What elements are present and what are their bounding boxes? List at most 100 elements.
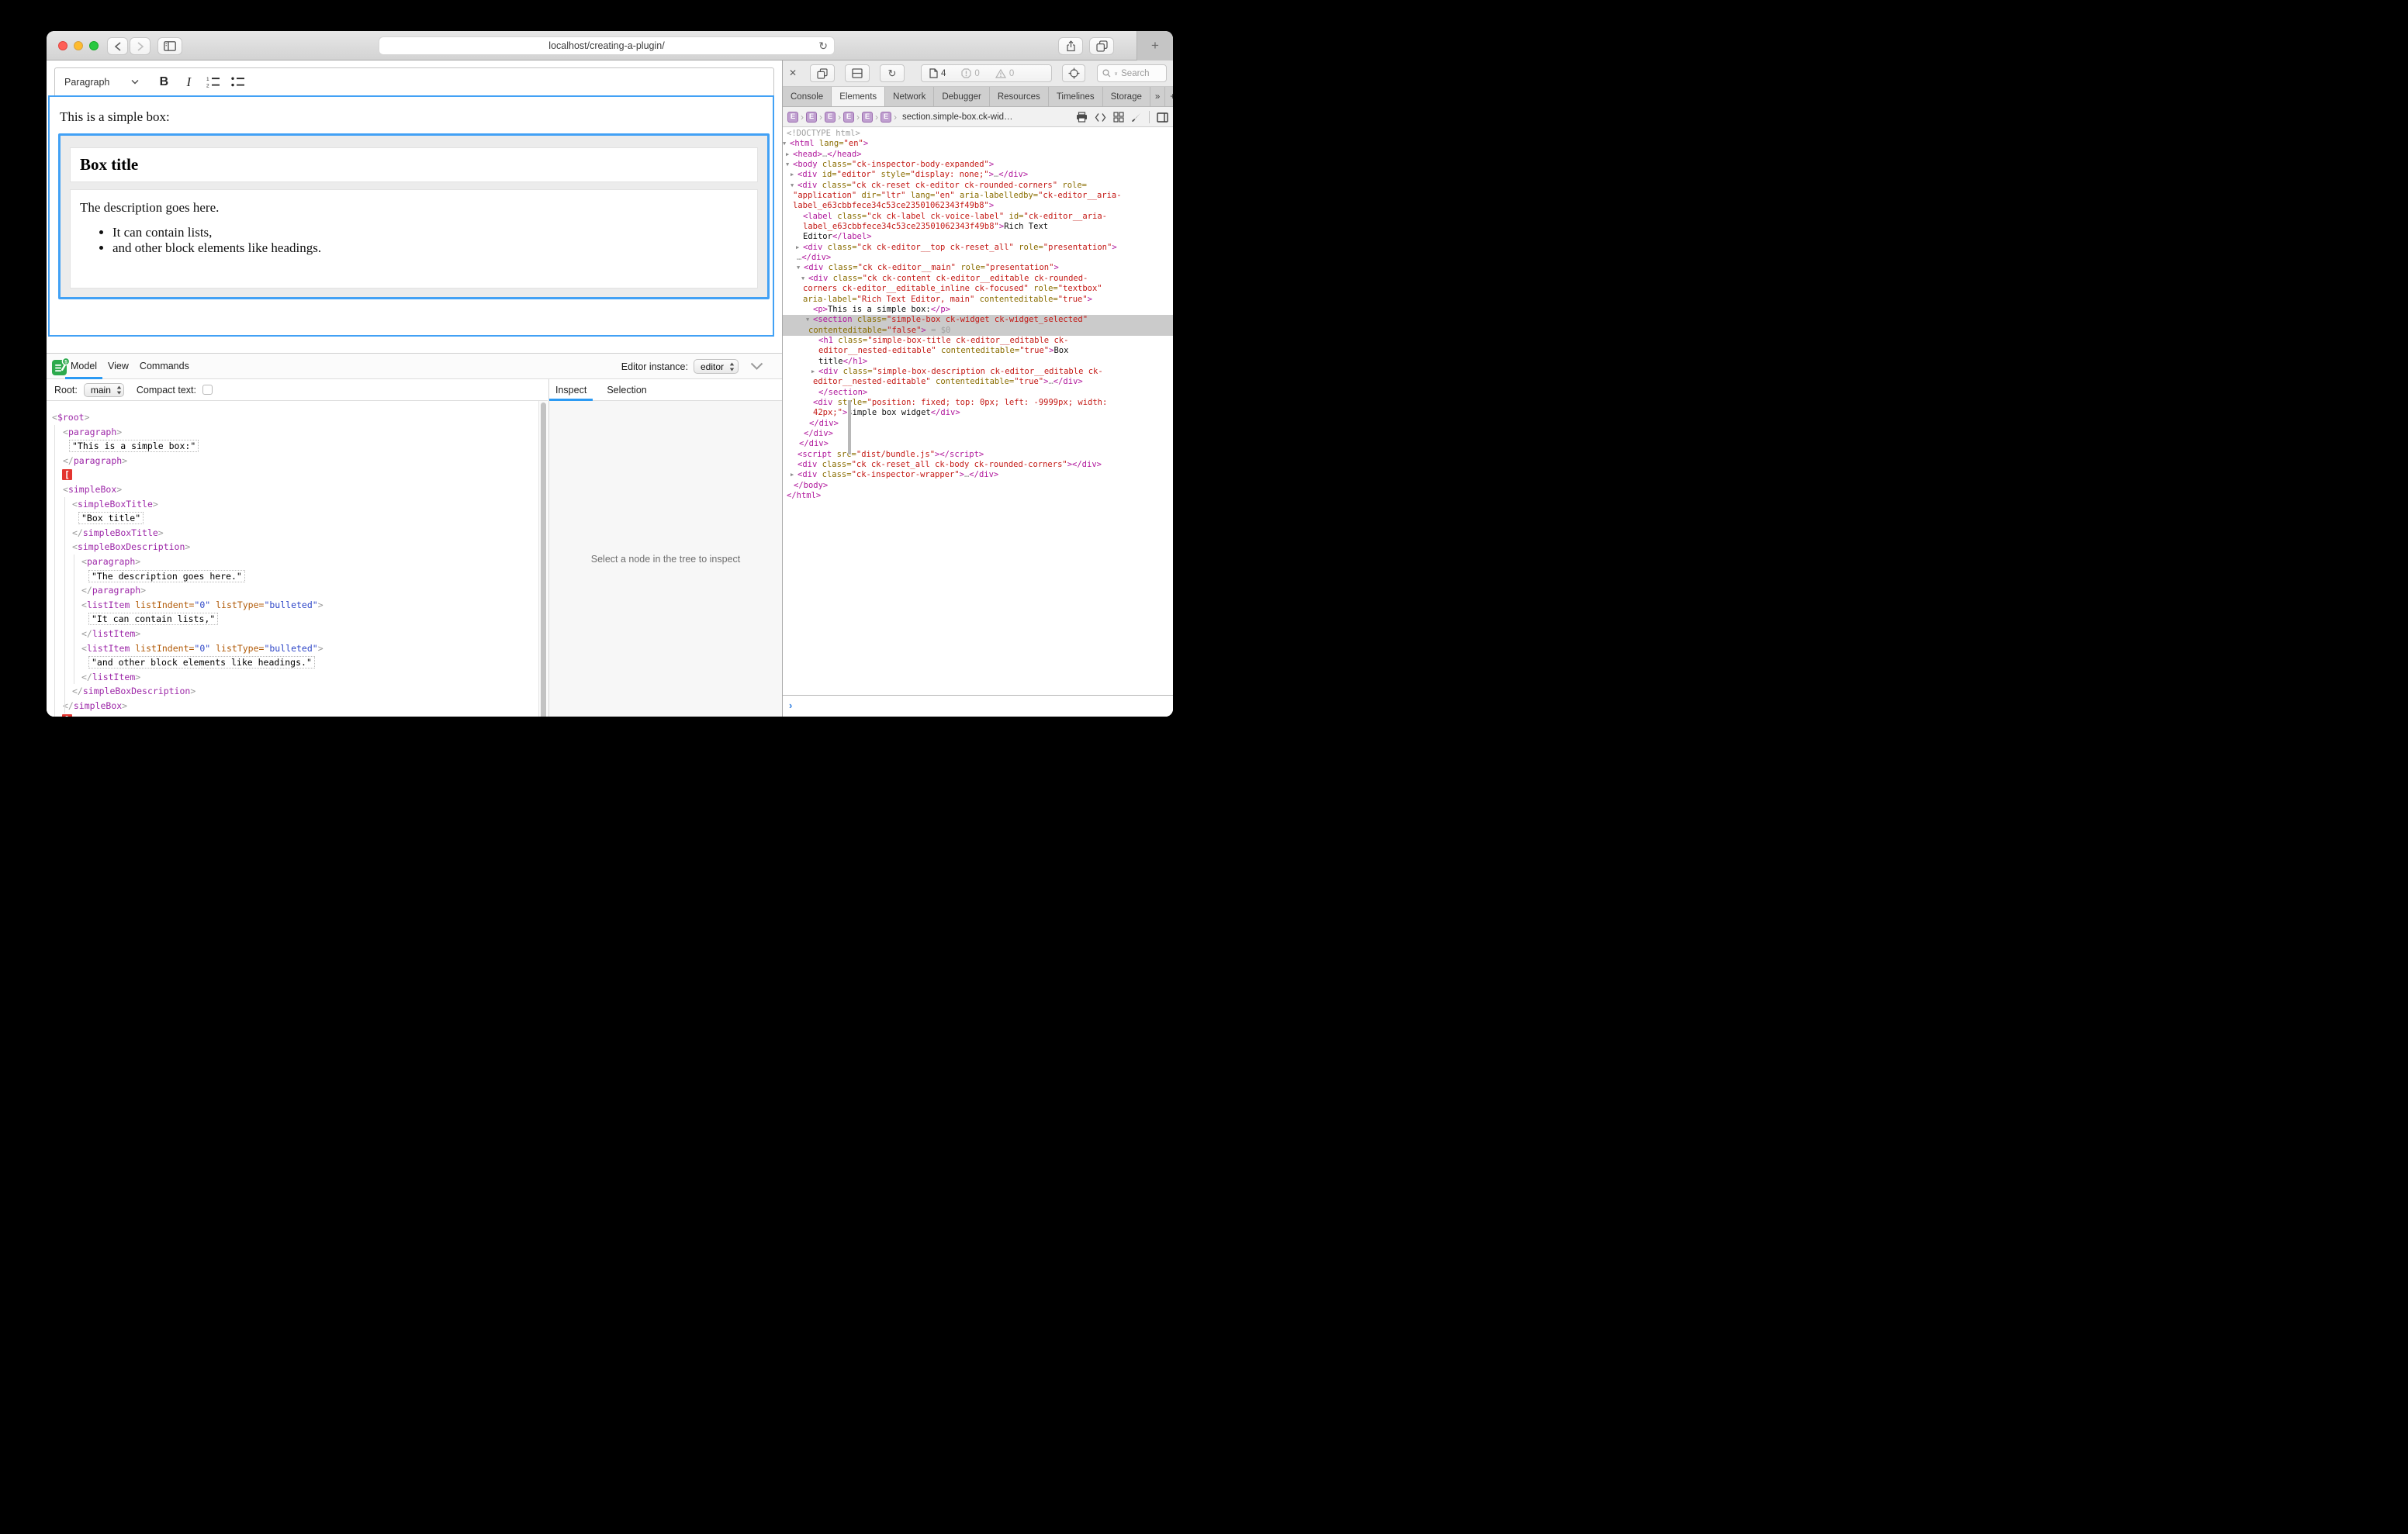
intro-paragraph[interactable]: This is a simple box:	[60, 109, 773, 125]
dom-tree-line[interactable]: contenteditable="false"> = $0	[783, 326, 1173, 336]
print-styles-icon[interactable]	[1076, 112, 1088, 123]
model-tree-line[interactable]: "and other block elements like headings.…	[47, 655, 538, 670]
dom-tree-line[interactable]: ▶<div class="ck-inspector-wrapper">…</di…	[783, 470, 1173, 480]
devtools-tab-network[interactable]: Network	[885, 87, 934, 106]
devtools-tab-elements[interactable]: Elements	[832, 87, 885, 106]
dom-tree-line[interactable]: <div class="ck ck-reset_all ck-body ck-r…	[783, 460, 1173, 470]
reload-icon[interactable]: ↻	[818, 40, 828, 53]
dock-side-button[interactable]	[810, 64, 835, 82]
breadcrumb-element-badge[interactable]: E	[843, 112, 854, 123]
model-tree-line[interactable]: <listItem listIndent="0" listType="bulle…	[47, 641, 538, 656]
chevron-down-icon[interactable]	[131, 79, 139, 85]
inspector-tab-model[interactable]: Model	[65, 354, 102, 379]
model-tree-line[interactable]: <simpleBoxTitle>	[47, 497, 538, 512]
italic-button[interactable]: I	[179, 73, 198, 92]
dom-tree-line[interactable]: label_e63cbbfece34c53ce23501062343f49b8"…	[783, 201, 1173, 211]
rich-text-editable[interactable]: This is a simple box: Box title The desc…	[48, 95, 774, 337]
dom-tree-line[interactable]: corners ck-editor__editable_inline ck-fo…	[783, 284, 1173, 294]
dom-tree-line[interactable]: <!DOCTYPE html>	[783, 129, 1173, 139]
model-tree-line[interactable]: <simpleBox>	[47, 482, 538, 497]
dom-tree-line[interactable]: …</div>	[783, 253, 1173, 263]
list-item[interactable]: It can contain lists,	[112, 226, 748, 240]
details-sidebar-icon[interactable]	[1157, 112, 1168, 123]
bulleted-list-button[interactable]	[229, 73, 247, 92]
dom-tree-line[interactable]: ▼<section class="simple-box ck-widget ck…	[783, 315, 1173, 325]
model-tree-line[interactable]: </simpleBoxTitle>	[47, 526, 538, 541]
model-tree-line[interactable]: "This is a simple box:"	[47, 439, 538, 454]
model-tree-line[interactable]: </simpleBox>	[47, 699, 538, 713]
warning-count-badge[interactable]: 0	[988, 65, 1022, 81]
dom-tree-line[interactable]: ▶<div class="simple-box-description ck-e…	[783, 367, 1173, 377]
compact-text-checkbox[interactable]	[202, 385, 213, 395]
model-tree-line[interactable]: </listItem>	[47, 670, 538, 685]
model-tree-line[interactable]: </paragraph>	[47, 583, 538, 598]
breadcrumb-element-badge[interactable]: E	[825, 112, 836, 123]
expanded-triangle-icon[interactable]: ▼	[786, 160, 793, 170]
element-picker-button[interactable]	[1062, 64, 1085, 82]
collapsed-triangle-icon[interactable]: ▶	[811, 367, 818, 377]
root-select[interactable]: main	[84, 383, 124, 397]
bold-button[interactable]: B	[154, 73, 173, 92]
dom-tree-line[interactable]: </div>	[783, 439, 1173, 449]
dom-tree-line[interactable]: ▶<div class="ck ck-editor__top ck-reset_…	[783, 243, 1173, 253]
breadcrumb-element-badge[interactable]: E	[787, 112, 798, 123]
dom-tree-line[interactable]: </html>	[783, 491, 1173, 501]
dom-tree-line[interactable]: 42px;">simple box widget</div>	[783, 408, 1173, 418]
expanded-triangle-icon[interactable]: ▼	[806, 315, 813, 325]
model-tree-line[interactable]: "It can contain lists,"	[47, 612, 538, 627]
minimize-window-button[interactable]	[74, 41, 83, 50]
numbered-list-button[interactable]: 12	[204, 73, 223, 92]
dom-tree-line[interactable]: </body>	[783, 481, 1173, 491]
model-tree-line[interactable]: "The description goes here."	[47, 569, 538, 584]
new-tab-button[interactable]: +	[1137, 31, 1173, 60]
dom-tree-line[interactable]: ▼<div class="ck ck-reset ck-editor ck-ro…	[783, 181, 1173, 191]
scrollbar-thumb[interactable]	[541, 403, 546, 717]
dom-tree-line[interactable]: ▶<head>…</head>	[783, 150, 1173, 160]
dom-tree-line[interactable]: </div>	[783, 429, 1173, 439]
dom-tree-line[interactable]: <label class="ck ck-label ck-voice-label…	[783, 212, 1173, 222]
devtools-tab-[interactable]: +	[1165, 87, 1173, 106]
styles-brush-icon[interactable]	[1131, 112, 1142, 123]
dom-tree-line[interactable]: label_e63cbbfece34c53ce23501062343f49b8"…	[783, 222, 1173, 232]
collapsed-triangle-icon[interactable]: ▶	[791, 470, 797, 480]
breadcrumb-element-badge[interactable]: E	[881, 112, 891, 123]
dom-tree-line[interactable]: ▼<div class="ck ck-content ck-editor__ed…	[783, 274, 1173, 284]
model-tree-line[interactable]: </listItem>	[47, 627, 538, 641]
dom-tree-line[interactable]: "application" dir="ltr" lang="en" aria-l…	[783, 191, 1173, 201]
model-tree-line[interactable]: <$root>	[47, 410, 538, 425]
model-tree-line[interactable]: </simpleBoxDescription>	[47, 684, 538, 699]
collapsed-triangle-icon[interactable]: ▶	[786, 150, 793, 160]
dock-bottom-button[interactable]	[845, 64, 870, 82]
quick-console[interactable]: ›	[783, 695, 1173, 717]
back-button[interactable]	[107, 37, 128, 55]
source-code-icon[interactable]	[1095, 112, 1106, 123]
model-tree-line[interactable]: </paragraph>	[47, 454, 538, 468]
tab-overview-button[interactable]	[1089, 37, 1114, 55]
layout-grid-icon[interactable]	[1113, 112, 1124, 123]
error-count-badge[interactable]: 0	[953, 65, 987, 81]
simple-box-widget[interactable]: Box title The description goes here. It …	[58, 133, 770, 299]
simple-box-description[interactable]: The description goes here. It can contai…	[70, 189, 758, 288]
collapsed-triangle-icon[interactable]: ▶	[796, 243, 803, 253]
model-tree-line[interactable]: ]	[47, 713, 538, 717]
paragraph-style-dropdown[interactable]: Paragraph	[64, 77, 109, 88]
dom-tree-line[interactable]: <p>This is a simple box:</p>	[783, 305, 1173, 315]
breadcrumb-element-badge[interactable]: E	[806, 112, 817, 123]
expanded-triangle-icon[interactable]: ▼	[783, 139, 790, 149]
dom-tree-line[interactable]: editor__nested-editable" contenteditable…	[783, 377, 1173, 387]
reload-page-button[interactable]: ↻	[880, 64, 905, 82]
sidebar-toggle-button[interactable]	[157, 37, 182, 55]
dom-tree-line[interactable]: ▶<div id="editor" style="display: none;"…	[783, 170, 1173, 180]
editor-instance-select[interactable]: editor	[694, 359, 739, 374]
model-tree-scrollbar[interactable]	[538, 401, 548, 717]
close-window-button[interactable]	[58, 41, 67, 50]
dom-tree-line[interactable]: <h1 class="simple-box-title ck-editor__e…	[783, 336, 1173, 346]
breadcrumb-element-badge[interactable]: E	[862, 112, 873, 123]
model-tree-line[interactable]: <listItem listIndent="0" listType="bulle…	[47, 598, 538, 613]
share-button[interactable]	[1058, 37, 1083, 55]
model-tree-line[interactable]: <paragraph>	[47, 555, 538, 569]
inspector-tab-view[interactable]: View	[102, 354, 134, 379]
inspector-tab-commands[interactable]: Commands	[134, 354, 195, 379]
expanded-triangle-icon[interactable]: ▼	[791, 181, 797, 191]
page-count-badge[interactable]: 4	[922, 65, 953, 81]
